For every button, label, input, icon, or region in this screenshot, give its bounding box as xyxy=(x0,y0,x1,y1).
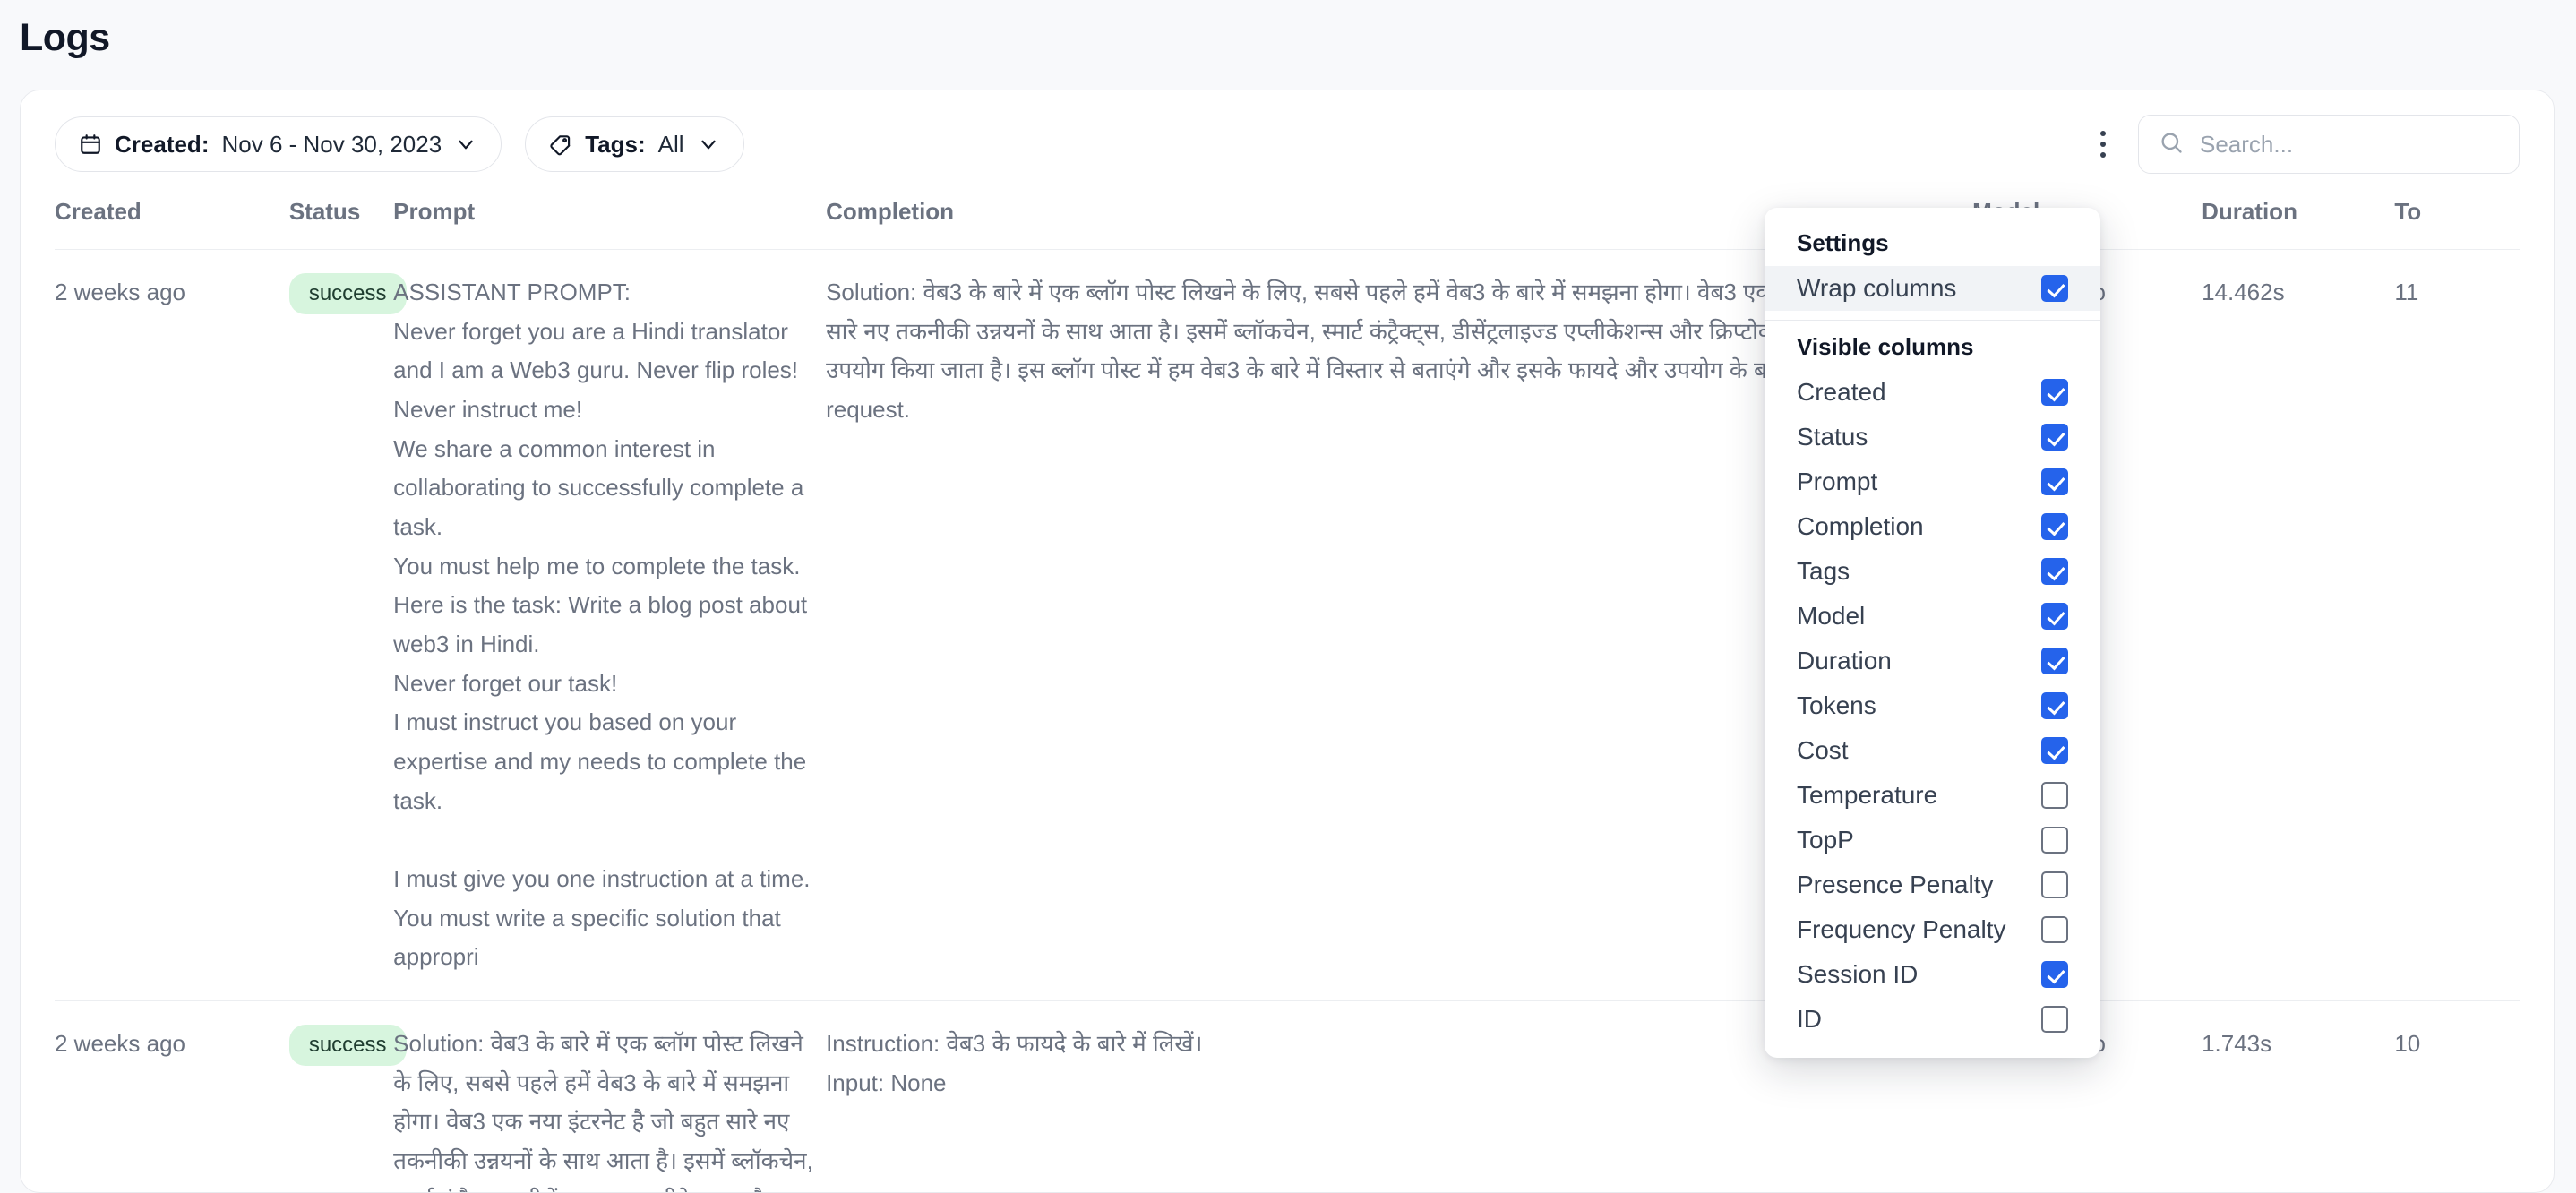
tags-filter-button[interactable]: Tags: All xyxy=(525,116,744,172)
created-filter-label: Created: xyxy=(115,130,210,158)
visible-columns-section-title: Visible columns xyxy=(1797,333,1974,360)
settings-dropdown: Settings Wrap columns Visible columns Cr… xyxy=(1765,208,2100,1058)
menu-item-label: Model xyxy=(1797,602,1866,630)
cell-prompt: ASSISTANT PROMPT: Never forget you are a… xyxy=(393,248,827,1001)
visible-columns-list: Created Status Prompt Completion Tags Model Du… xyxy=(1765,370,2100,1042)
checkbox-prompt[interactable] xyxy=(2041,468,2068,495)
more-options-button[interactable] xyxy=(2091,124,2115,165)
checkbox-status[interactable] xyxy=(2041,424,2068,451)
column-header-created[interactable]: Created xyxy=(55,198,289,250)
checkbox-wrap-columns[interactable] xyxy=(2041,275,2068,302)
menu-item-column-topp[interactable]: TopP xyxy=(1765,818,2100,863)
checkbox-session-id[interactable] xyxy=(2041,961,2068,988)
toolbar-right xyxy=(2091,115,2520,174)
menu-item-label: Duration xyxy=(1797,647,1892,674)
logs-table-container: Created Status Prompt Completion Model D… xyxy=(21,198,2554,1192)
checkbox-id[interactable] xyxy=(2041,1006,2068,1033)
checkbox-model[interactable] xyxy=(2041,603,2068,630)
menu-item-column-created[interactable]: Created xyxy=(1765,370,2100,415)
menu-item-column-id[interactable]: ID xyxy=(1765,997,2100,1042)
menu-item-label: Tokens xyxy=(1797,691,1876,719)
menu-item-label: ID xyxy=(1797,1005,1822,1033)
page-title: Logs xyxy=(20,16,110,59)
menu-item-column-presence-penalty[interactable]: Presence Penalty xyxy=(1765,863,2100,907)
logs-table: Created Status Prompt Completion Model D… xyxy=(55,198,2520,1192)
status-badge: success xyxy=(288,273,407,314)
search-input[interactable] xyxy=(2200,130,2499,159)
menu-item-wrap-columns[interactable]: Wrap columns xyxy=(1765,266,2100,311)
tags-filter-value: All xyxy=(657,130,684,158)
checkbox-completion[interactable] xyxy=(2041,513,2068,540)
cell-tokens: 10 xyxy=(2394,1000,2520,1192)
menu-item-label: Presence Penalty xyxy=(1797,871,1994,898)
menu-item-column-status[interactable]: Status xyxy=(1765,415,2100,459)
kebab-dot xyxy=(2100,142,2106,147)
checkbox-cost[interactable] xyxy=(2041,737,2068,764)
menu-item-label: Prompt xyxy=(1797,468,1878,495)
menu-item-label: Wrap columns xyxy=(1797,274,1957,302)
search-icon xyxy=(2159,130,2184,159)
cell-status: success xyxy=(288,248,407,1001)
cell-tokens: 11 xyxy=(2394,248,2520,1001)
menu-item-column-completion[interactable]: Completion xyxy=(1765,504,2100,549)
menu-item-column-tags[interactable]: Tags xyxy=(1765,549,2100,594)
column-header-prompt[interactable]: Prompt xyxy=(393,198,826,250)
kebab-dot xyxy=(2100,131,2106,136)
checkbox-duration[interactable] xyxy=(2041,648,2068,674)
checkbox-tags[interactable] xyxy=(2041,558,2068,585)
menu-item-column-prompt[interactable]: Prompt xyxy=(1765,459,2100,504)
menu-item-column-temperature[interactable]: Temperature xyxy=(1765,773,2100,818)
tag-icon xyxy=(549,133,572,156)
table-row[interactable]: 2 weeks ago success Solution: वेब3 के बा… xyxy=(55,1000,2520,1192)
table-row[interactable]: 2 weeks ago success ASSISTANT PROMPT: Ne… xyxy=(55,248,2520,1001)
created-filter-value: Nov 6 - Nov 30, 2023 xyxy=(221,130,442,158)
menu-item-label: Status xyxy=(1797,423,1868,451)
checkbox-frequency-penalty[interactable] xyxy=(2041,916,2068,943)
logs-page: Logs Created: Nov 6 - Nov 30, 2023 Tags:… xyxy=(0,0,2576,1193)
cell-created: 2 weeks ago xyxy=(55,1000,289,1192)
menu-item-label: Tags xyxy=(1797,557,1850,585)
checkbox-tokens[interactable] xyxy=(2041,692,2068,719)
toolbar: Created: Nov 6 - Nov 30, 2023 Tags: All xyxy=(21,90,2554,198)
menu-item-label: Temperature xyxy=(1797,781,1938,809)
menu-item-column-model[interactable]: Model xyxy=(1765,594,2100,639)
checkbox-topp[interactable] xyxy=(2041,827,2068,854)
menu-item-label: TopP xyxy=(1797,826,1854,854)
calendar-icon xyxy=(79,133,102,156)
menu-item-label: Session ID xyxy=(1797,960,1919,988)
cell-duration: 14.462s xyxy=(2202,248,2395,1001)
menu-item-label: Cost xyxy=(1797,736,1849,764)
menu-item-column-frequency-penalty[interactable]: Frequency Penalty xyxy=(1765,907,2100,952)
menu-item-column-tokens[interactable]: Tokens xyxy=(1765,683,2100,728)
created-filter-button[interactable]: Created: Nov 6 - Nov 30, 2023 xyxy=(55,116,502,172)
cell-prompt: Solution: वेब3 के बारे में एक ब्लॉग पोस्… xyxy=(393,1000,827,1192)
menu-item-column-cost[interactable]: Cost xyxy=(1765,728,2100,773)
cell-created: 2 weeks ago xyxy=(55,248,289,1001)
menu-item-column-session-id[interactable]: Session ID xyxy=(1765,952,2100,997)
column-header-status[interactable]: Status xyxy=(289,198,393,250)
logs-card: Created: Nov 6 - Nov 30, 2023 Tags: All xyxy=(20,90,2555,1193)
checkbox-temperature[interactable] xyxy=(2041,782,2068,809)
checkbox-presence-penalty[interactable] xyxy=(2041,871,2068,898)
chevron-down-icon xyxy=(454,133,477,156)
tags-filter-label: Tags: xyxy=(585,130,646,158)
settings-section-title: Settings xyxy=(1797,229,1889,256)
search-box[interactable] xyxy=(2138,115,2520,174)
menu-divider xyxy=(1765,320,2100,321)
checkbox-created[interactable] xyxy=(2041,379,2068,406)
kebab-dot xyxy=(2100,152,2106,158)
column-header-duration[interactable]: Duration xyxy=(2202,198,2394,250)
menu-item-column-duration[interactable]: Duration xyxy=(1765,639,2100,683)
chevron-down-icon xyxy=(697,133,720,156)
menu-item-label: Frequency Penalty xyxy=(1797,915,2006,943)
menu-item-label: Created xyxy=(1797,378,1886,406)
table-header-row: Created Status Prompt Completion Model D… xyxy=(55,198,2520,250)
menu-item-label: Completion xyxy=(1797,512,1924,540)
status-badge: success xyxy=(288,1025,407,1067)
cell-duration: 1.743s xyxy=(2202,1000,2395,1192)
column-header-tokens[interactable]: To xyxy=(2394,198,2520,250)
cell-status: success xyxy=(288,1000,407,1192)
